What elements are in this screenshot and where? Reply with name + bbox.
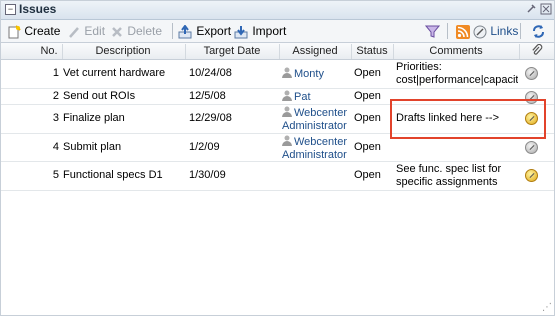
row-description: Send out ROIs	[63, 90, 136, 102]
create-label: Create	[24, 24, 61, 38]
links-button[interactable]: Links	[473, 22, 518, 40]
comment-line: specific assignments	[396, 176, 498, 188]
assigned-name: Monty	[294, 68, 324, 80]
toolbar-separator	[447, 23, 448, 39]
row-comments: See func. spec list for specific assignm…	[396, 163, 518, 189]
person-icon	[282, 106, 292, 117]
attachment-icon[interactable]	[525, 67, 538, 80]
edit-icon	[69, 26, 79, 38]
table-header: No. Description Target Date Assigned Sta…	[1, 43, 554, 60]
row-description: Functional specs D1	[63, 169, 163, 181]
person-icon	[282, 67, 292, 78]
row-assigned[interactable]: Pat	[282, 90, 311, 104]
toolbar-separator	[172, 23, 173, 39]
row-number: 4	[52, 141, 59, 153]
table-row[interactable]: 1 Vet current hardware 10/24/08 Monty Op…	[1, 60, 554, 89]
attachment-icon[interactable]	[525, 169, 538, 182]
assigned-name: Pat	[294, 91, 311, 103]
column-divider	[393, 44, 394, 59]
panel-header: − Issues	[1, 1, 554, 20]
toolbar-separator	[520, 23, 521, 39]
column-header-target-date[interactable]: Target Date	[187, 44, 277, 58]
export-icon	[178, 24, 192, 39]
delete-icon	[112, 26, 122, 37]
column-header-description[interactable]: Description	[63, 44, 183, 58]
toolbar: Create Edit Delete Export Import Links	[1, 20, 554, 43]
column-header-no[interactable]: No.	[39, 44, 59, 58]
rss-icon	[456, 24, 470, 39]
column-header-comments[interactable]: Comments	[394, 44, 518, 58]
assigned-name: Webcenter	[294, 107, 347, 119]
import-label: Import	[252, 24, 287, 38]
pin-icon[interactable]	[525, 3, 537, 15]
delete-label: Delete	[127, 24, 163, 38]
row-comments: Priorities: cost|performance|capacit	[396, 61, 518, 87]
row-status: Open	[354, 67, 381, 79]
comment-line: Priorities:	[396, 61, 442, 73]
row-target-date: 1/30/09	[189, 169, 226, 181]
row-number: 1	[52, 67, 59, 79]
column-divider	[185, 44, 186, 59]
panel-title: Issues	[19, 2, 57, 16]
column-header-attachments[interactable]	[520, 43, 554, 61]
collapse-icon[interactable]: −	[5, 4, 16, 15]
export-button[interactable]: Export	[178, 22, 231, 40]
row-status: Open	[354, 112, 381, 124]
rss-button[interactable]	[456, 22, 470, 40]
column-header-assigned[interactable]: Assigned	[280, 44, 350, 58]
row-description: Vet current hardware	[63, 67, 166, 79]
edit-button[interactable]: Edit	[67, 22, 105, 40]
assigned-name: Webcenter	[294, 136, 347, 148]
column-divider	[519, 44, 520, 59]
import-icon	[234, 25, 248, 39]
row-assigned[interactable]: Monty	[282, 67, 324, 81]
attachment-icon[interactable]	[525, 141, 538, 154]
row-target-date: 10/24/08	[189, 67, 232, 79]
row-status: Open	[354, 169, 381, 181]
row-status: Open	[354, 141, 381, 153]
close-icon[interactable]	[540, 3, 552, 15]
column-divider	[351, 44, 352, 59]
edit-label: Edit	[84, 24, 106, 38]
row-description: Finalize plan	[63, 112, 125, 124]
row-target-date: 12/29/08	[189, 112, 232, 124]
links-icon	[473, 25, 487, 39]
row-number: 2	[52, 90, 59, 102]
paperclip-icon	[532, 43, 543, 55]
table-row[interactable]: 5 Functional specs D1 1/30/09 Open See f…	[1, 162, 554, 191]
row-target-date: 12/5/08	[189, 90, 226, 102]
export-label: Export	[196, 24, 232, 38]
assigned-name-line2: Administrator	[282, 120, 347, 132]
refresh-button[interactable]	[531, 22, 546, 40]
assigned-name-line2: Administrator	[282, 149, 347, 161]
issues-panel: − Issues Create Edit Delete Export Impor…	[0, 0, 555, 316]
comment-line: See func. spec list for	[396, 163, 502, 175]
filter-button[interactable]	[424, 22, 441, 40]
import-button[interactable]: Import	[234, 22, 286, 40]
resize-handle-icon[interactable]: ⋰	[542, 303, 552, 313]
create-icon	[8, 25, 21, 39]
refresh-icon	[533, 25, 544, 39]
row-assigned[interactable]: Webcenter Administrator	[282, 135, 347, 162]
row-assigned[interactable]: Webcenter Administrator	[282, 106, 347, 133]
row-status: Open	[354, 90, 381, 102]
column-divider	[62, 44, 63, 59]
annotation-highlight-box	[390, 99, 546, 139]
delete-button[interactable]: Delete	[110, 22, 162, 40]
person-icon	[282, 90, 292, 101]
comment-line: cost|performance|capacit	[396, 74, 518, 86]
filter-icon	[424, 25, 441, 39]
links-label: Links	[490, 24, 519, 38]
column-divider	[279, 44, 280, 59]
person-icon	[282, 135, 292, 146]
column-header-status[interactable]: Status	[352, 44, 392, 58]
row-description: Submit plan	[63, 141, 122, 153]
create-button[interactable]: Create	[7, 22, 60, 40]
row-number: 5	[52, 169, 59, 181]
row-target-date: 1/2/09	[189, 141, 220, 153]
row-number: 3	[52, 112, 59, 124]
